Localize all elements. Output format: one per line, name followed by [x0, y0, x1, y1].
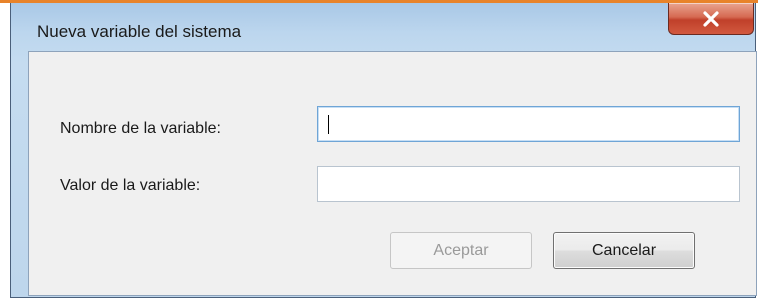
text-caret — [328, 115, 329, 134]
variable-name-input[interactable] — [317, 106, 740, 142]
accept-button[interactable]: Aceptar — [390, 232, 532, 269]
variable-value-label: Valor de la variable: — [60, 177, 201, 194]
cancel-button[interactable]: Cancelar — [553, 232, 695, 269]
variable-value-input[interactable] — [317, 166, 740, 202]
close-icon — [703, 10, 719, 27]
window-title: Nueva variable del sistema — [37, 22, 242, 41]
dialog-client-area: Nombre de la variable: Valor de la varia… — [28, 51, 757, 296]
dialog-window: Nueva variable del sistema Nombre de la … — [10, 3, 757, 298]
variable-name-label: Nombre de la variable: — [60, 120, 221, 137]
close-button[interactable] — [668, 3, 754, 35]
